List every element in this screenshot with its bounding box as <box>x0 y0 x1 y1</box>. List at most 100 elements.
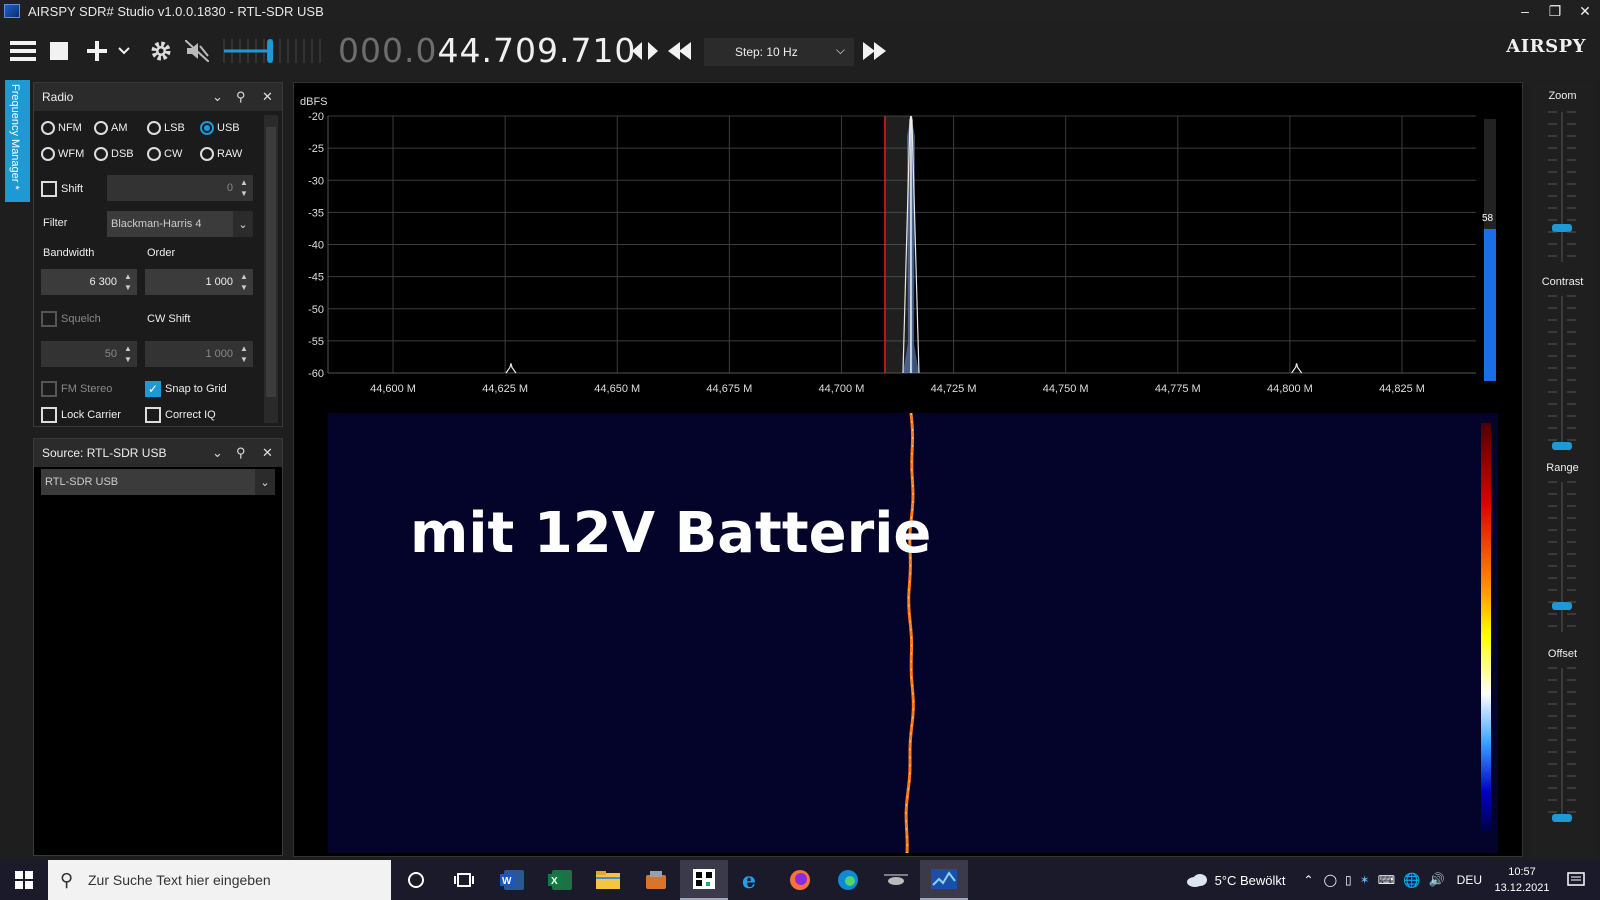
step-value: Step: 10 Hz <box>735 45 798 59</box>
order-input[interactable]: 1 000 ▲ ▼ <box>145 269 253 295</box>
clock-date: 13.12.2021 <box>1494 882 1550 894</box>
chevron-down-icon[interactable] <box>116 22 132 80</box>
taskbar: ⚲ Zur Suche Text hier eingeben W X e 5°C… <box>0 860 1600 900</box>
x-tick-label: 44,775 M <box>1155 383 1201 395</box>
chevron-down-icon[interactable]: ⌄ <box>212 445 223 461</box>
excel-icon[interactable]: X <box>536 860 584 900</box>
chevron-down-icon[interactable]: ⌄ <box>212 89 223 105</box>
correct-iq-checkbox[interactable] <box>145 407 161 423</box>
gear-icon[interactable] <box>147 22 175 80</box>
squelch-label: Squelch <box>61 313 101 325</box>
filter-select[interactable]: Blackman-Harris 4 ⌄ <box>107 211 253 237</box>
signal-peak <box>1291 363 1303 374</box>
lock-carrier-checkbox[interactable] <box>41 407 57 423</box>
squelch-input[interactable]: 50 ▲ ▼ <box>41 341 137 367</box>
minimize-button[interactable]: – <box>1510 0 1540 22</box>
rewind-icon[interactable] <box>666 22 694 80</box>
radio-circle-icon <box>41 147 55 161</box>
pin-icon[interactable]: ⚲ <box>236 445 246 461</box>
app-shortcut-icon[interactable] <box>632 860 680 900</box>
squelch-spinner-icon[interactable]: ▲ ▼ <box>122 343 134 365</box>
close-icon[interactable]: ✕ <box>262 89 273 105</box>
task-view-icon[interactable] <box>440 860 488 900</box>
mode-radio-nfm[interactable]: NFM <box>41 121 82 135</box>
fm-stereo-checkbox[interactable] <box>41 381 57 397</box>
internet-explorer-icon[interactable]: e <box>728 860 776 900</box>
radio-circle-icon <box>94 147 108 161</box>
snap-to-grid-checkbox[interactable]: ✓ <box>145 381 161 397</box>
tune-left-right-icon[interactable] <box>630 22 660 80</box>
mode-radio-usb[interactable]: USB <box>200 121 240 135</box>
speaker-icon[interactable]: 🔊 <box>1428 872 1444 888</box>
squelch-checkbox[interactable] <box>41 311 57 327</box>
windows-start-icon[interactable] <box>0 860 48 900</box>
input-method-icon[interactable]: ⌨ <box>1378 873 1395 887</box>
mode-radio-raw[interactable]: RAW <box>200 147 242 161</box>
svg-text:X: X <box>551 876 558 887</box>
source-device-select[interactable]: RTL-SDR USB ⌄ <box>41 469 275 495</box>
drone-app-icon[interactable] <box>872 860 920 900</box>
usb-icon[interactable]: ▯ <box>1345 873 1352 887</box>
app-icon <box>4 4 20 18</box>
cortana-icon[interactable] <box>392 860 440 900</box>
bandwidth-input[interactable]: 6 300 ▲ ▼ <box>41 269 137 295</box>
signal-level-bar <box>1484 119 1496 381</box>
frequency-manager-tab[interactable]: Frequency Manager * <box>5 80 30 202</box>
file-explorer-icon[interactable] <box>584 860 632 900</box>
camera-icon[interactable]: ◯ <box>1324 873 1337 887</box>
mode-radio-lsb[interactable]: LSB <box>147 121 185 135</box>
x-tick-label: 44,825 M <box>1379 383 1425 395</box>
close-icon[interactable]: ✕ <box>262 445 273 461</box>
frequency-leading-digits: 000.0 <box>338 31 438 70</box>
shift-spinner-icon[interactable]: ▲ ▼ <box>238 177 250 199</box>
volume-slider[interactable] <box>222 35 322 67</box>
y-tick-label: -45 <box>308 272 324 284</box>
volume-handle[interactable] <box>267 39 274 63</box>
mode-label: RAW <box>217 148 243 160</box>
spectrum-analyzer[interactable]: dBFS -20 -25 -30 -35 -40 -45 -50 -55 -60 44,600 M 4… <box>293 82 1523 857</box>
fast-forward-icon[interactable] <box>860 22 888 80</box>
word-icon[interactable]: W <box>488 860 536 900</box>
radio-panel-scrollbar[interactable] <box>264 115 278 423</box>
qr-app-icon[interactable] <box>680 860 728 900</box>
chevron-up-icon[interactable]: ⌃ <box>1304 873 1314 887</box>
mode-radio-dsb[interactable]: DSB <box>94 147 134 161</box>
restore-button[interactable]: ❐ <box>1540 0 1570 22</box>
frequency-display[interactable]: 000.044.709.710 <box>338 32 636 70</box>
cw-shift-input[interactable]: 1 000 ▲ ▼ <box>145 341 253 367</box>
bluetooth-icon[interactable]: ✶ <box>1360 873 1370 887</box>
clock[interactable]: 10:57 13.12.2021 <box>1492 864 1552 896</box>
mute-icon[interactable] <box>184 22 210 80</box>
step-select[interactable]: Step: 10 Hz ⌵ <box>704 38 854 66</box>
waterfall-display[interactable]: mit 12V Batterie <box>328 413 1498 853</box>
language-indicator[interactable]: DEU <box>1457 873 1482 887</box>
weather-text[interactable]: 5°C Bewölkt <box>1215 873 1286 888</box>
mode-radio-am[interactable]: AM <box>94 121 128 135</box>
notification-icon[interactable] <box>1552 860 1600 900</box>
add-icon[interactable] <box>86 22 108 80</box>
mode-radio-cw[interactable]: CW <box>147 147 182 161</box>
scrollbar-thumb[interactable] <box>266 127 276 397</box>
x-tick-label: 44,625 M <box>482 383 528 395</box>
taskbar-search-input[interactable]: ⚲ Zur Suche Text hier eingeben <box>48 860 391 900</box>
order-spinner-icon[interactable]: ▲ ▼ <box>238 271 250 293</box>
spectrum-plot[interactable]: dBFS -20 -25 -30 -35 -40 -45 -50 -55 -60 44,600 M 4… <box>294 83 1524 413</box>
order-label: Order <box>147 247 176 259</box>
stop-icon[interactable] <box>48 22 70 80</box>
menu-icon[interactable] <box>8 22 38 80</box>
shift-checkbox[interactable] <box>41 181 57 197</box>
sdr-app: AIRSPY SDR# Studio v1.0.0.1830 - RTL-SDR… <box>0 0 1600 900</box>
edge-icon[interactable] <box>824 860 872 900</box>
firefox-icon[interactable] <box>776 860 824 900</box>
bandwidth-spinner-icon[interactable]: ▲ ▼ <box>122 271 134 293</box>
pin-icon[interactable]: ⚲ <box>236 89 246 105</box>
sdrsharp-taskbar-icon[interactable] <box>920 860 968 900</box>
signal-level-value: 58 <box>1482 213 1494 224</box>
shift-label: Shift <box>61 183 84 195</box>
correct-iq-label: Correct IQ <box>165 409 216 421</box>
network-icon[interactable]: 🌐 <box>1403 872 1420 889</box>
shift-input[interactable]: 0 ▲ ▼ <box>107 175 253 201</box>
mode-radio-wfm[interactable]: WFM <box>41 147 84 161</box>
cw-shift-spinner-icon[interactable]: ▲ ▼ <box>238 343 250 365</box>
close-window-button[interactable]: ✕ <box>1570 0 1600 22</box>
